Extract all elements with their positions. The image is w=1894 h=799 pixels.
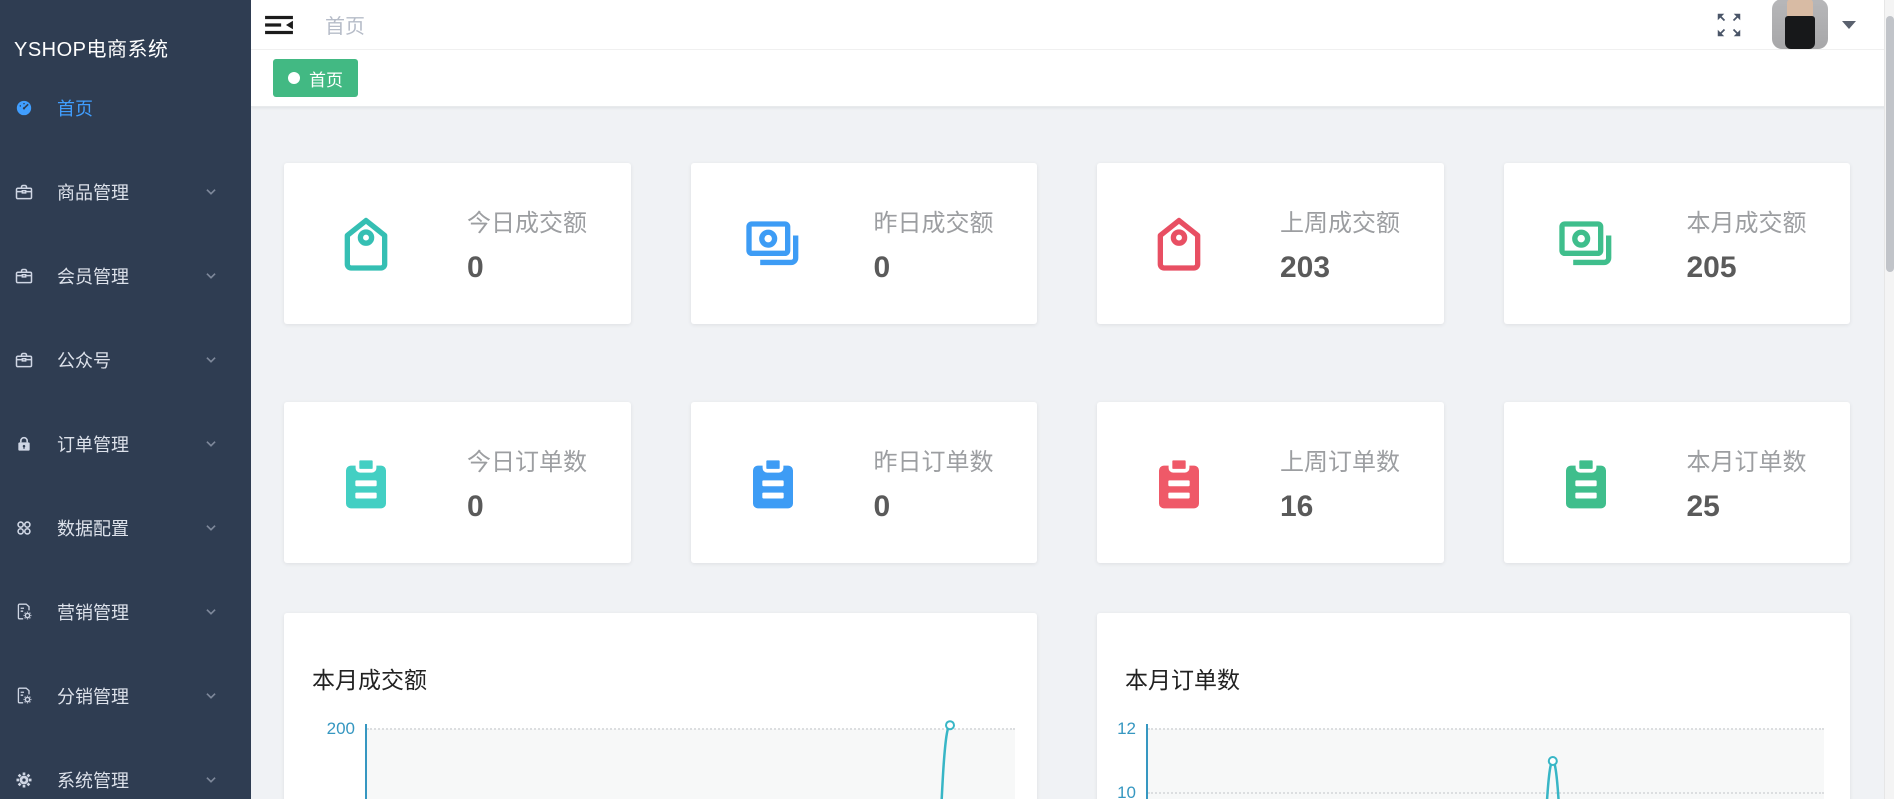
sidebar-item-grid-5[interactable]: 数据配置 <box>0 486 251 570</box>
tag-dot <box>288 72 300 84</box>
chevron-down-icon <box>204 605 218 619</box>
chart-line-svg <box>1097 687 1850 799</box>
sidebar-item-dashboard-0[interactable]: 首页 <box>0 66 251 150</box>
chevron-down-icon <box>204 353 218 367</box>
stat-card: 今日成交额 0 <box>284 163 631 324</box>
sidebar-item-label: 公众号 <box>57 347 111 373</box>
stat-value: 0 <box>467 490 587 524</box>
scrollbar-thumb[interactable] <box>1886 16 1894 272</box>
monthly-sales-chart[interactable]: 200 <box>284 687 1037 799</box>
docgear-icon <box>14 602 34 622</box>
chevron-down-icon <box>204 773 218 787</box>
stat-label: 上周成交额 <box>1280 203 1400 238</box>
money-icon <box>741 212 805 276</box>
stat-value: 205 <box>1687 251 1807 285</box>
stat-label: 本月订单数 <box>1687 442 1807 477</box>
charts-row: 本月成交额 200 本月订单数 1210 <box>284 613 1850 799</box>
clipboard-icon <box>741 451 805 515</box>
sidebar-item-label: 订单管理 <box>57 431 129 457</box>
stat-card: 上周成交额 203 <box>1097 163 1444 324</box>
sidebar-collapse-icon[interactable] <box>264 12 294 38</box>
briefcase-icon <box>14 350 34 370</box>
data-point-marker <box>946 721 954 729</box>
sidebar-item-docgear-7[interactable]: 分销管理 <box>0 654 251 738</box>
sidebar-item-lock-4[interactable]: 订单管理 <box>0 402 251 486</box>
stat-label: 今日成交额 <box>467 203 587 238</box>
money-icon <box>1554 212 1618 276</box>
stat-value: 0 <box>467 251 587 285</box>
tag-icon <box>1147 212 1211 276</box>
sidebar-item-briefcase-1[interactable]: 商品管理 <box>0 150 251 234</box>
grid-icon <box>14 518 34 538</box>
sidebar-item-briefcase-2[interactable]: 会员管理 <box>0 234 251 318</box>
breadcrumb[interactable]: 首页 <box>325 10 365 39</box>
sidebar-item-label: 数据配置 <box>57 515 129 541</box>
sidebar-item-briefcase-3[interactable]: 公众号 <box>0 318 251 402</box>
user-menu-caret-icon[interactable] <box>1842 21 1856 29</box>
chart-card-monthly-orders: 本月订单数 1210 <box>1097 613 1850 799</box>
main-area: 首页 首页 今日成交额 0 昨日成交额 0 上周成交额 203 <box>251 0 1894 799</box>
chevron-down-icon <box>204 689 218 703</box>
chevron-down-icon <box>204 437 218 451</box>
stat-value: 203 <box>1280 251 1400 285</box>
sidebar-item-docgear-6[interactable]: 营销管理 <box>0 570 251 654</box>
stat-label: 昨日订单数 <box>874 442 994 477</box>
chart-line-svg <box>284 687 1037 799</box>
tags-bar: 首页 <box>251 50 1894 107</box>
data-point-marker <box>1549 757 1557 765</box>
stat-label: 今日订单数 <box>467 442 587 477</box>
sidebar-item-label: 首页 <box>57 95 93 121</box>
gear-icon <box>14 770 34 790</box>
stat-label: 昨日成交额 <box>874 203 994 238</box>
stat-value: 0 <box>874 490 994 524</box>
stat-value: 16 <box>1280 490 1400 524</box>
sidebar-item-label: 会员管理 <box>57 263 129 289</box>
sidebar: YSHOP电商系统 首页 商品管理 会员管理 公众号 订单管理 数据配置 营销管… <box>0 0 251 799</box>
sidebar-menu: 首页 商品管理 会员管理 公众号 订单管理 数据配置 营销管理 分销管理 <box>0 66 251 799</box>
chart-title: 本月成交额 <box>312 661 1037 687</box>
stat-value: 0 <box>874 251 994 285</box>
clipboard-icon <box>1147 451 1211 515</box>
docgear-icon <box>14 686 34 706</box>
chevron-down-icon <box>204 521 218 535</box>
stat-card: 上周订单数 16 <box>1097 402 1444 563</box>
stat-card: 昨日成交额 0 <box>691 163 1038 324</box>
topbar: 首页 <box>251 0 1894 50</box>
tag-label: 首页 <box>309 66 343 91</box>
chevron-down-icon <box>204 185 218 199</box>
briefcase-icon <box>14 182 34 202</box>
clipboard-icon <box>1554 451 1618 515</box>
briefcase-icon <box>14 266 34 286</box>
chart-card-monthly-sales: 本月成交额 200 <box>284 613 1037 799</box>
sidebar-item-label: 营销管理 <box>57 599 129 625</box>
stat-card: 本月成交额 205 <box>1504 163 1851 324</box>
stat-value: 25 <box>1687 490 1807 524</box>
stat-label: 上周订单数 <box>1280 442 1400 477</box>
monthly-orders-chart[interactable]: 1210 <box>1097 687 1850 799</box>
fullscreen-icon[interactable] <box>1714 10 1744 40</box>
stat-card: 本月订单数 25 <box>1504 402 1851 563</box>
stat-card: 昨日订单数 0 <box>691 402 1038 563</box>
stat-label: 本月成交额 <box>1687 203 1807 238</box>
chart-title: 本月订单数 <box>1125 661 1850 687</box>
sidebar-item-label: 商品管理 <box>57 179 129 205</box>
app-logo: YSHOP电商系统 <box>0 0 251 66</box>
stats-row-orders: 今日订单数 0 昨日订单数 0 上周订单数 16 本月订单数 25 <box>284 402 1850 563</box>
stats-row-sales: 今日成交额 0 昨日成交额 0 上周成交额 203 本月成交额 205 <box>284 163 1850 324</box>
tag-icon <box>334 212 398 276</box>
tag-home[interactable]: 首页 <box>273 59 358 97</box>
dashboard-content: 今日成交额 0 昨日成交额 0 上周成交额 203 本月成交额 205 今日订单… <box>251 107 1894 799</box>
stat-card: 今日订单数 0 <box>284 402 631 563</box>
avatar[interactable] <box>1772 0 1828 49</box>
chevron-down-icon <box>204 269 218 283</box>
dashboard-icon <box>14 98 34 118</box>
clipboard-icon <box>334 451 398 515</box>
sidebar-item-label: 分销管理 <box>57 683 129 709</box>
sidebar-item-label: 系统管理 <box>57 767 129 793</box>
lock-icon <box>14 434 34 454</box>
scrollbar-track[interactable] <box>1884 0 1894 799</box>
sidebar-item-gear-8[interactable]: 系统管理 <box>0 738 251 799</box>
